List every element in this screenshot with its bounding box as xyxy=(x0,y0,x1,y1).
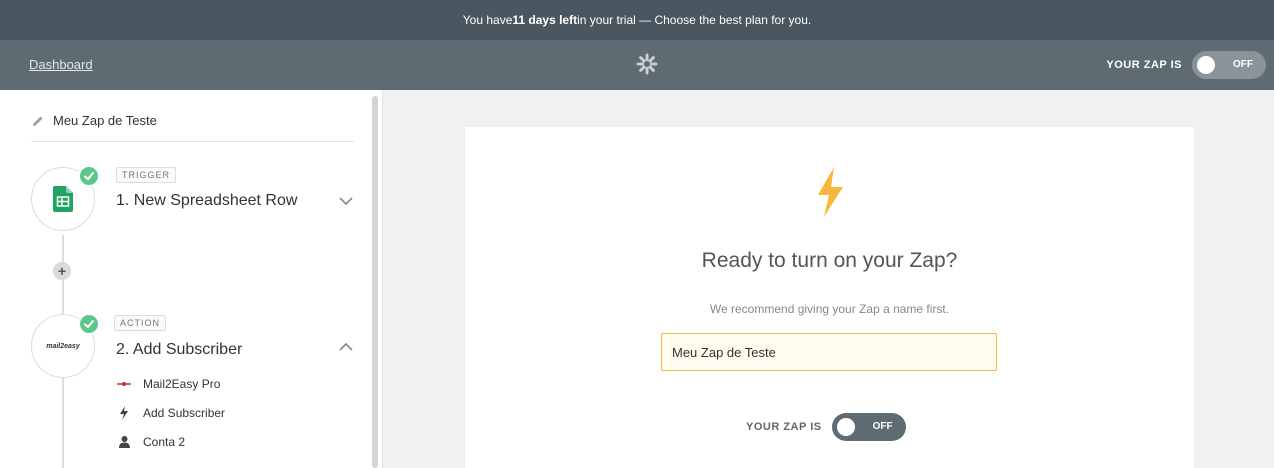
header-zap-status-label: YOUR ZAP IS xyxy=(1106,59,1182,71)
step-2-account-detail[interactable]: Conta 2 xyxy=(117,435,185,449)
zap-name-text: Meu Zap de Teste xyxy=(53,113,157,128)
step-1-title[interactable]: 1. New Spreadsheet Row xyxy=(116,192,297,210)
step-1-tag: TRIGGER xyxy=(116,167,177,183)
card-toggle-state: OFF xyxy=(872,421,893,432)
zapier-logo-icon[interactable] xyxy=(636,53,658,75)
editor-sidebar: Meu Zap de Teste TRIGGER 1. New Spreadsh… xyxy=(0,90,383,468)
step-2-app-detail[interactable]: Mail2Easy Pro xyxy=(117,377,220,391)
step-2-account-label: Conta 2 xyxy=(143,435,186,449)
user-icon xyxy=(117,435,131,449)
add-step-button[interactable]: + xyxy=(53,262,71,280)
step-1-check-icon xyxy=(78,165,100,187)
sidebar-scrollbar[interactable] xyxy=(372,96,378,468)
lightning-bolt-icon xyxy=(818,167,843,217)
card-heading: Ready to turn on your Zap? xyxy=(701,249,958,272)
step-2-event-detail[interactable]: Add Subscriber xyxy=(117,406,225,420)
header-toggle-state: OFF xyxy=(1233,59,1253,70)
turn-on-zap-card: Ready to turn on your Zap? We recommend … xyxy=(465,127,1194,468)
trial-days: 11 days left xyxy=(512,13,578,27)
chevron-up-icon[interactable] xyxy=(339,342,353,352)
card-zap-toggle[interactable]: OFF xyxy=(831,413,906,441)
zap-name-field[interactable]: Meu Zap de Teste xyxy=(31,113,354,142)
bolt-icon xyxy=(117,406,131,420)
google-sheets-icon xyxy=(53,186,73,212)
dashboard-link[interactable]: Dashboard xyxy=(29,57,93,72)
step-2-title[interactable]: 2. Add Subscriber xyxy=(116,341,242,359)
mail2easy-app-icon xyxy=(117,377,131,391)
trial-suffix: in your trial — Choose the best plan for… xyxy=(577,13,812,27)
trial-prefix: You have xyxy=(462,13,513,27)
header-zap-status: YOUR ZAP IS OFF xyxy=(1106,51,1266,79)
zap-name-input[interactable] xyxy=(661,333,997,371)
card-zap-status-label: YOUR ZAP IS xyxy=(746,421,822,433)
step-2-event-label: Add Subscriber xyxy=(143,406,226,420)
card-zap-status: YOUR ZAP IS OFF xyxy=(746,413,906,441)
step-2-app-label: Mail2Easy Pro xyxy=(143,377,221,391)
pencil-icon xyxy=(33,116,43,126)
step-2-tag: ACTION xyxy=(114,315,167,331)
header-zap-toggle[interactable]: OFF xyxy=(1192,51,1266,79)
chevron-down-icon[interactable] xyxy=(339,196,353,206)
mail2easy-logo: mail2easy xyxy=(46,342,80,350)
top-header: Dashboard YOUR ZAP IS OFF xyxy=(0,40,1274,90)
step-2-check-icon xyxy=(78,313,100,335)
trial-banner[interactable]: You have 11 days left in your trial — Ch… xyxy=(0,0,1274,40)
toggle-knob xyxy=(1197,56,1215,74)
card-recommendation: We recommend giving your Zap a name firs… xyxy=(709,302,950,316)
toggle-knob xyxy=(836,418,855,436)
